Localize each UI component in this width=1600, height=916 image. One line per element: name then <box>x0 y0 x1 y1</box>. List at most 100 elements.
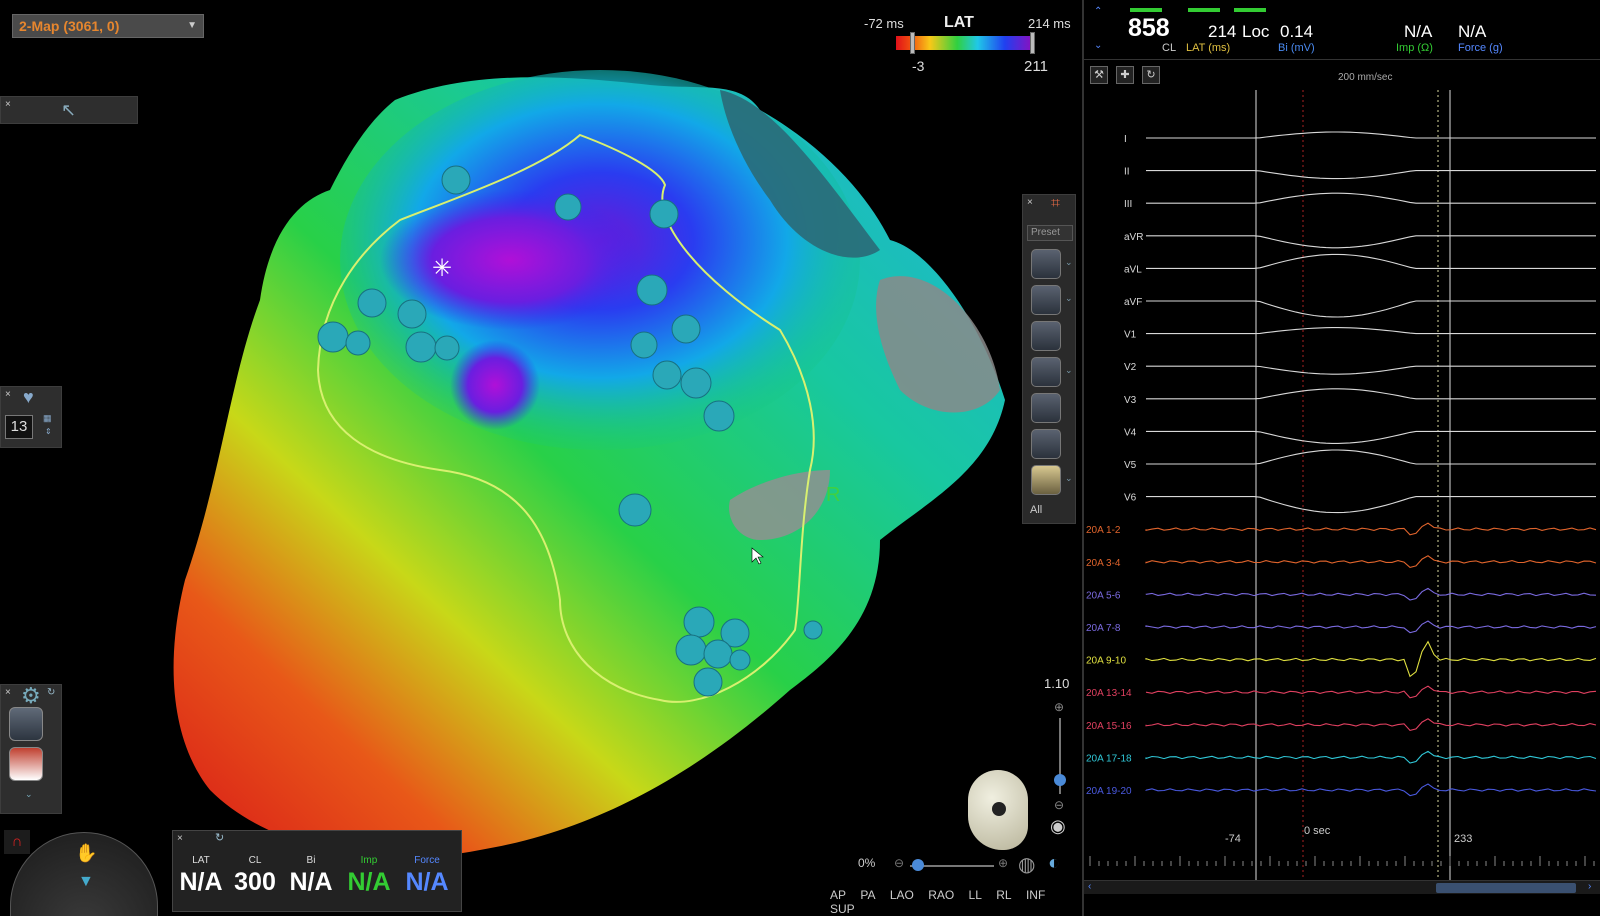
channel-label[interactable]: 20A 17-18 <box>1086 753 1132 764</box>
close-icon[interactable]: × <box>5 688 11 698</box>
display-mode-icon[interactable]: ◍ <box>1018 852 1035 877</box>
zoom-slider[interactable]: ⊕ ⊖ ◉ <box>1042 682 1082 842</box>
color-points-button[interactable] <box>1031 285 1061 315</box>
heart-list-icon[interactable]: ♥ <box>23 387 34 408</box>
annotation-icon[interactable]: ✚ <box>1116 66 1134 84</box>
channel-label[interactable]: V1 <box>1124 330 1137 341</box>
gear-icon[interactable]: ⚙ <box>21 683 41 709</box>
map-viewport[interactable]: R ✳ 2-Map (3061, 0) ▼ × ↖ -72 ms LAT 214… <box>0 0 1082 916</box>
channel-label[interactable]: V6 <box>1124 493 1137 504</box>
spinner-arrows-icon[interactable]: ⇕ <box>45 427 52 436</box>
chevron-down-icon[interactable]: ⌄ <box>1094 40 1102 51</box>
egm-trace[interactable] <box>1146 253 1596 269</box>
plus-icon[interactable]: ⊕ <box>998 856 1008 870</box>
scroll-thumb[interactable] <box>1436 883 1576 893</box>
egm-scrollbar[interactable]: ‹ › <box>1084 880 1600 894</box>
view-sup-button[interactable]: SUP <box>830 902 855 916</box>
view-inf-button[interactable]: INF <box>1026 888 1045 902</box>
filter-select[interactable]: All <box>1027 503 1073 519</box>
view-ap-button[interactable]: AP <box>830 888 846 902</box>
view-ll-button[interactable]: LL <box>969 888 982 902</box>
channel-label[interactable]: V4 <box>1124 427 1137 438</box>
view-pa-button[interactable]: PA <box>860 888 875 902</box>
close-icon[interactable]: × <box>1027 198 1033 208</box>
egm-trace[interactable] <box>1145 685 1597 699</box>
egm-trace[interactable] <box>1146 430 1596 444</box>
hand-pan-icon[interactable]: ✋ <box>75 843 97 864</box>
zoom-menu-icon[interactable]: ◉ <box>1050 816 1066 837</box>
egm-traces[interactable]: IIIIIIaVRaVLaVFV1V2V3V4V5V620A 1-220A 3-… <box>1084 90 1600 880</box>
sync-icon[interactable]: ↻ <box>1142 66 1160 84</box>
egm-trace[interactable] <box>1146 496 1596 514</box>
mesh-button[interactable] <box>1031 357 1061 387</box>
channel-label[interactable]: aVR <box>1124 232 1143 243</box>
points-display-button[interactable] <box>1031 249 1061 279</box>
channel-label[interactable]: V3 <box>1124 395 1137 406</box>
channel-label[interactable]: III <box>1124 199 1132 210</box>
egm-trace[interactable] <box>1146 449 1596 465</box>
anatomy-map[interactable]: R ✳ <box>0 0 1082 916</box>
transparency-icon[interactable]: ◐ <box>1048 852 1060 875</box>
egm-trace[interactable] <box>1145 522 1597 536</box>
lat-high-handle[interactable] <box>1030 32 1035 54</box>
channel-label[interactable]: V5 <box>1124 460 1137 471</box>
nav-down-icon[interactable]: ▼ <box>78 873 94 891</box>
egm-trace[interactable] <box>1146 327 1596 335</box>
egm-trace[interactable] <box>1146 192 1596 204</box>
wrench-icon[interactable]: ⚒ <box>1090 66 1108 84</box>
scroll-left-icon[interactable]: ‹ <box>1088 881 1091 892</box>
channel-label[interactable]: 20A 19-20 <box>1086 786 1132 797</box>
egm-trace[interactable] <box>1146 365 1596 375</box>
egm-trace[interactable] <box>1145 640 1597 678</box>
chevron-down-icon[interactable]: ⌄ <box>1065 293 1073 304</box>
chevron-down-icon[interactable]: ⌄ <box>1065 365 1073 376</box>
zoom-in-icon[interactable]: ⊕ <box>1054 700 1064 714</box>
anatomy-view-button[interactable] <box>9 747 43 781</box>
channel-label[interactable]: 20A 13-14 <box>1086 688 1132 699</box>
egm-trace[interactable] <box>1145 750 1597 764</box>
channel-label[interactable]: 20A 15-16 <box>1086 721 1132 732</box>
channel-label[interactable]: I <box>1124 134 1127 145</box>
channel-label[interactable]: 20A 1-2 <box>1086 525 1121 536</box>
egm-trace[interactable] <box>1146 235 1596 249</box>
channel-label[interactable]: II <box>1124 167 1130 178</box>
tag-button[interactable] <box>1031 321 1061 351</box>
chevron-down-icon[interactable]: ⌄ <box>1065 257 1073 268</box>
view-lao-button[interactable]: LAO <box>890 888 914 902</box>
egm-trace[interactable] <box>1146 388 1596 400</box>
egm-trace[interactable] <box>1145 718 1597 732</box>
preset-select[interactable]: Preset <box>1027 225 1073 241</box>
chevron-up-icon[interactable]: ⌃ <box>1094 6 1102 17</box>
point-count-field[interactable]: 13 <box>5 415 33 439</box>
close-icon[interactable]: × <box>5 100 11 110</box>
chevron-down-icon[interactable]: ⌄ <box>25 789 33 800</box>
view-rao-button[interactable]: RAO <box>928 888 954 902</box>
channel-label[interactable]: aVF <box>1124 297 1142 308</box>
lat-low-handle[interactable] <box>910 32 915 54</box>
scroll-right-icon[interactable]: › <box>1588 881 1591 892</box>
channel-label[interactable]: 20A 5-6 <box>1086 590 1121 601</box>
refresh-icon[interactable]: ↻ <box>47 687 55 698</box>
egm-trace[interactable] <box>1145 555 1597 569</box>
close-icon[interactable]: × <box>5 390 11 400</box>
view-rl-button[interactable]: RL <box>996 888 1011 902</box>
egm-trace[interactable] <box>1145 620 1597 634</box>
zoom-out-icon[interactable]: ⊖ <box>1054 798 1064 812</box>
opacity-thumb[interactable] <box>912 859 924 871</box>
egm-trace[interactable] <box>1145 587 1597 601</box>
egm-trace[interactable] <box>1146 300 1596 318</box>
shell-view-button[interactable] <box>9 707 43 741</box>
zoom-thumb[interactable] <box>1054 774 1066 786</box>
orientation-heart-icon[interactable] <box>968 770 1028 850</box>
channel-label[interactable]: 20A 7-8 <box>1086 623 1121 634</box>
egm-trace[interactable] <box>1146 170 1596 180</box>
channel-label[interactable]: aVL <box>1124 264 1142 275</box>
colored-mesh-button[interactable] <box>1031 393 1061 423</box>
dotted-mesh-button[interactable] <box>1031 429 1061 459</box>
egm-trace[interactable] <box>1146 131 1596 139</box>
grid-icon[interactable]: ▦ <box>43 413 52 424</box>
minus-icon[interactable]: ⊖ <box>894 856 904 870</box>
catheter-button[interactable] <box>1031 465 1061 495</box>
grid-points-icon[interactable]: ⌗ <box>1051 195 1060 213</box>
channel-label[interactable]: 20A 9-10 <box>1086 656 1126 667</box>
